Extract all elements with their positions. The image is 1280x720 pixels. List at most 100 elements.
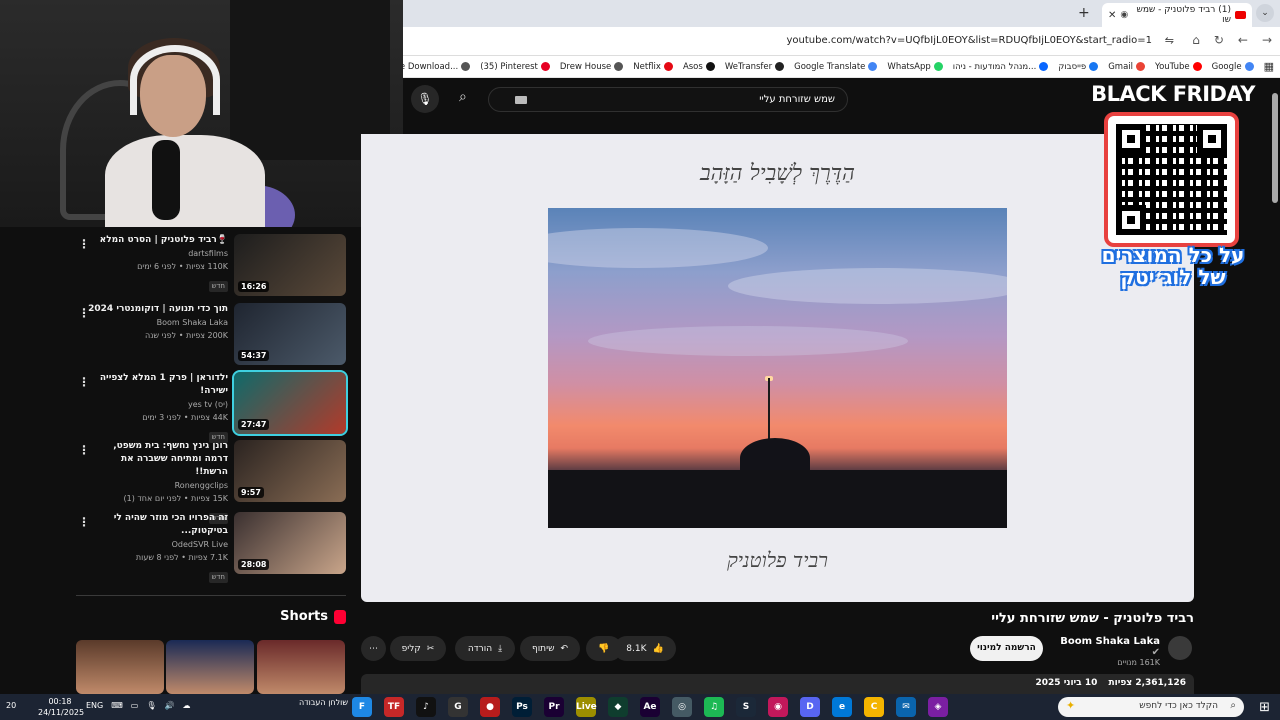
recommendation-item[interactable]: ⋮ זה הפרויו הכי מוזר שהיה לי בטיקטוק... Od… bbox=[76, 512, 346, 583]
clock[interactable]: 00:18 24/11/2025 bbox=[38, 696, 84, 718]
language-indicator[interactable]: ENG bbox=[86, 701, 103, 710]
new-tab-button[interactable]: + bbox=[1078, 5, 1090, 21]
network-icon[interactable]: ☁ bbox=[182, 701, 190, 710]
taskbar-app-icon[interactable]: ◉ bbox=[768, 697, 788, 717]
taskbar-app-icon[interactable]: Live bbox=[576, 697, 597, 717]
bookmark-item[interactable]: Google Translate bbox=[794, 62, 878, 72]
bookmark-item[interactable]: uTube Download... bbox=[403, 62, 471, 72]
video-thumbnail[interactable]: 27:47 bbox=[232, 370, 348, 436]
windows-start-icon[interactable]: ⊞ bbox=[1259, 700, 1270, 715]
taskbar-app-icon[interactable]: ♪ bbox=[416, 697, 436, 717]
video-player[interactable]: הַדֶּרֶךְ לְשָׁבִיל הַזָּהָב רביד פלוטני… bbox=[361, 134, 1194, 602]
tab-menu-icon[interactable]: ⌄ bbox=[1256, 4, 1274, 22]
taskbar-app-icon[interactable]: e bbox=[832, 697, 852, 717]
desktop-widget[interactable]: שולחן העבודה bbox=[278, 698, 348, 707]
taskbar-app-icon[interactable]: ◈ bbox=[928, 697, 948, 717]
recommendation-channel[interactable]: Boom Shaka Laka bbox=[88, 316, 228, 329]
dislike-button[interactable]: 👎 bbox=[586, 636, 622, 661]
bookmark-item[interactable]: Netflix bbox=[633, 62, 673, 72]
reload-icon[interactable]: ↻ bbox=[1214, 33, 1224, 47]
recommendation-item[interactable]: ⋮ תוך כדי תנועה | דוקומנטרי 2024 Boom Shak… bbox=[76, 303, 346, 365]
short-thumbnail[interactable] bbox=[257, 640, 345, 694]
weather-temp[interactable]: 20 bbox=[6, 701, 16, 710]
taskbar-app-icon[interactable]: S bbox=[736, 697, 756, 717]
bookmark-item[interactable]: YouTube bbox=[1155, 62, 1202, 72]
audio-icon[interactable]: ◉ bbox=[1120, 10, 1128, 20]
channel-avatar[interactable] bbox=[1168, 636, 1192, 660]
search-icon[interactable]: ⌕ bbox=[459, 89, 467, 105]
home-icon[interactable]: ⌂ bbox=[1192, 33, 1200, 47]
scrollbar-thumb[interactable] bbox=[1272, 93, 1278, 203]
close-tab-icon[interactable]: ✕ bbox=[1108, 10, 1116, 21]
bookmark-item[interactable]: Asos bbox=[683, 62, 715, 72]
recommendation-item[interactable]: ⋮ ילדוראן | פרק 1 המלא לצפייה ישירה! (יס) … bbox=[76, 370, 348, 443]
bookmark-item[interactable]: WeTransfer bbox=[725, 62, 785, 72]
short-thumbnail[interactable] bbox=[166, 640, 254, 694]
recommendation-channel[interactable]: (יס) yes tv bbox=[88, 398, 228, 411]
recommendation-item[interactable]: ⋮ 🍷רביד פלוטניק | הסרט המלא dartsfilms 110K… bbox=[76, 234, 346, 296]
taskbar-app-icon[interactable]: TF bbox=[384, 697, 404, 717]
taskbar-search[interactable]: ⌕ הקלד כאן כדי לחפש ✦ bbox=[1058, 697, 1244, 717]
taskbar-app-icon[interactable]: D bbox=[800, 697, 820, 717]
speaker-icon[interactable]: 🔊 bbox=[165, 701, 175, 710]
video-thumbnail[interactable]: 54:37 bbox=[234, 303, 346, 365]
more-actions-button[interactable]: ⋯ bbox=[361, 636, 386, 661]
video-thumbnail[interactable]: 16:26 bbox=[234, 234, 346, 296]
voice-search-icon[interactable]: 🎙 bbox=[411, 85, 439, 113]
channel-name[interactable]: Boom Shaka Laka ✔ bbox=[1060, 636, 1160, 658]
page-scrollbar[interactable] bbox=[1270, 78, 1280, 692]
taskbar-app-icon[interactable]: ◎ bbox=[672, 697, 692, 717]
taskbar-app-icon[interactable]: G bbox=[448, 697, 468, 717]
taskbar-app-icon[interactable]: ✉ bbox=[896, 697, 916, 717]
apps-grid-icon[interactable]: ▦ bbox=[1264, 60, 1274, 73]
bookmark-item[interactable]: Drew House bbox=[560, 62, 624, 72]
download-button[interactable]: הורדה ⤓ bbox=[455, 636, 515, 661]
recommendation-item[interactable]: ⋮ רונן גינץ נחשף: בית משפט, דרמה ומתיחה ש… bbox=[76, 440, 346, 524]
recommendation-title[interactable]: 🍷רביד פלוטניק | הסרט המלא bbox=[88, 234, 228, 247]
like-button[interactable]: 8.1K 👍 bbox=[614, 636, 676, 661]
description-box[interactable]: 2,361,126 צפיות 10 ביוני 2025 bbox=[361, 674, 1194, 694]
mic-icon[interactable]: 🎙 bbox=[146, 701, 156, 710]
battery-icon[interactable]: ▭ bbox=[131, 701, 139, 710]
bookmark-item[interactable]: פייסבוק bbox=[1058, 61, 1099, 72]
bookmark-item[interactable]: (35) Pinterest bbox=[480, 62, 550, 72]
clip-button[interactable]: קליפ ✂ bbox=[390, 636, 446, 661]
recommendation-title[interactable]: רונן גינץ נחשף: בית משפט, דרמה ומתיחה שש… bbox=[88, 440, 228, 479]
bookmark-item[interactable]: Google bbox=[1212, 62, 1254, 72]
taskbar-app-icon[interactable]: ◆ bbox=[608, 697, 628, 717]
recommendation-title[interactable]: זה הפרויו הכי מוזר שהיה לי בטיקטוק... bbox=[88, 512, 228, 538]
recommendation-channel[interactable]: dartsfilms bbox=[88, 247, 228, 260]
recommendation-title[interactable]: ילדוראן | פרק 1 המלא לצפייה ישירה! bbox=[88, 372, 228, 398]
url-field[interactable]: youtube.com/watch?v=UQfbIjL0EOY&list=RDU… bbox=[787, 35, 1152, 46]
recommendation-channel[interactable]: Ronenggclips bbox=[88, 479, 228, 492]
search-input[interactable]: שמש שזורחת עליי bbox=[488, 87, 848, 112]
site-settings-icon[interactable]: ⇋ bbox=[1165, 34, 1174, 47]
forward-icon[interactable]: ← bbox=[1238, 33, 1248, 47]
address-bar: youtube.com/watch?v=UQfbIjL0EOY&list=RDU… bbox=[403, 27, 1280, 56]
subscribe-button[interactable]: הרשמה למינוי bbox=[970, 636, 1043, 661]
taskbar-app-icon[interactable]: F bbox=[352, 697, 372, 717]
taskbar-app-icon[interactable]: Ps bbox=[512, 697, 532, 717]
bookmark-item[interactable]: WhatsApp bbox=[887, 62, 943, 72]
short-thumbnail[interactable] bbox=[76, 640, 164, 694]
scissors-icon: ✂ bbox=[426, 643, 435, 654]
video-thumbnail[interactable]: 28:08 bbox=[234, 512, 346, 574]
bookmark-item[interactable]: מנהל המודעות - ניהו... bbox=[953, 62, 1049, 72]
keyboard-icon[interactable] bbox=[515, 96, 527, 104]
copilot-icon[interactable]: ✦ bbox=[1066, 699, 1075, 712]
active-tab[interactable]: (1) רביד פלוטניק - שמש שו ◉ ✕ bbox=[1102, 3, 1252, 27]
share-label: שיתוף bbox=[531, 643, 555, 654]
taskbar-app-icon[interactable]: ● bbox=[480, 697, 500, 717]
back-icon[interactable]: → bbox=[1262, 33, 1272, 47]
taskbar-app-icon[interactable]: Ae bbox=[640, 697, 660, 717]
recommendation-channel[interactable]: OdedSVR Live bbox=[88, 538, 228, 551]
taskbar-app-icon[interactable]: ♫ bbox=[704, 697, 724, 717]
keyboard-icon[interactable]: ⌨ bbox=[111, 701, 123, 710]
bookmark-label: פייסבוק bbox=[1058, 61, 1087, 72]
taskbar-app-icon[interactable]: C bbox=[864, 697, 884, 717]
taskbar-app-icon[interactable]: Pr bbox=[544, 697, 564, 717]
share-button[interactable]: שיתוף ↶ bbox=[520, 636, 580, 661]
video-thumbnail[interactable]: 9:57 bbox=[234, 440, 346, 502]
recommendation-title[interactable]: תוך כדי תנועה | דוקומנטרי 2024 bbox=[88, 303, 228, 316]
bookmark-item[interactable]: Gmail bbox=[1108, 62, 1146, 72]
